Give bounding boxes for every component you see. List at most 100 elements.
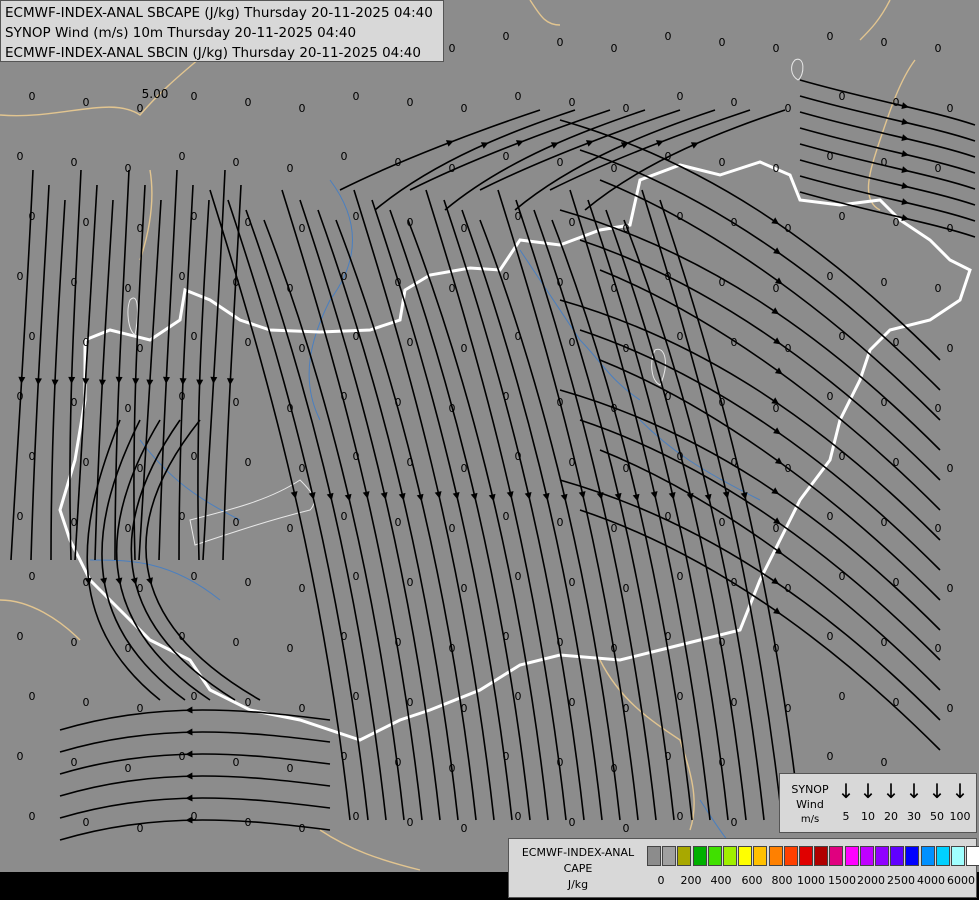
cin-value-label: 0: [677, 570, 684, 583]
cin-value-label: 0: [947, 102, 954, 115]
cin-value-label: 0: [17, 270, 24, 283]
cin-value-label: 0: [881, 636, 888, 649]
cin-value-label: 0: [407, 696, 414, 709]
cin-value-label: 0: [299, 582, 306, 595]
cin-value-label: 0: [287, 642, 294, 655]
cin-value-label: 0: [287, 762, 294, 775]
cin-value-label: 0: [665, 630, 672, 643]
cin-value-label: 0: [557, 396, 564, 409]
cin-value-label: 0: [461, 582, 468, 595]
cin-value-label: 0: [245, 96, 252, 109]
cin-value-label: 0: [719, 156, 726, 169]
cin-value-label: 0: [947, 462, 954, 475]
cin-value-label: 0: [353, 330, 360, 343]
cin-value-label: 0: [29, 450, 36, 463]
cin-value-label: 0: [947, 582, 954, 595]
cin-value-label: 0: [611, 42, 618, 55]
cin-value-label: 0: [881, 156, 888, 169]
cin-value-label: 0: [407, 576, 414, 589]
cin-value-label: 0: [137, 102, 144, 115]
cape-legend-swatch: [844, 846, 859, 866]
cape-legend-swatch: [647, 846, 661, 866]
cin-value-label: 0: [839, 690, 846, 703]
cape-legend-swatch: [723, 846, 737, 866]
cin-value-label: 0: [785, 222, 792, 235]
cin-value-label: 0: [137, 222, 144, 235]
cin-value-label: 0: [461, 462, 468, 475]
cin-value-label: 0: [233, 516, 240, 529]
cape-legend-swatch: [935, 846, 950, 866]
cin-value-label: 0: [881, 36, 888, 49]
cin-value-label: 0: [125, 402, 132, 415]
cin-value-label: 0: [665, 390, 672, 403]
cin-value-label: 0: [191, 210, 198, 223]
cin-value-label: 0: [785, 462, 792, 475]
cin-value-label: 0: [665, 150, 672, 163]
cin-value-label: 0: [299, 102, 306, 115]
cin-value-label: 0: [935, 642, 942, 655]
cape-legend-swatch: [662, 846, 677, 866]
cin-value-label: 0: [623, 822, 630, 835]
cin-value-label: 0: [191, 90, 198, 103]
cin-value-label: 0: [785, 582, 792, 595]
contour-label: 5.00: [142, 87, 169, 101]
cin-value-label: 0: [947, 222, 954, 235]
cin-value-label: 0: [731, 456, 738, 469]
cin-value-label: 0: [353, 450, 360, 463]
cape-legend-swatch: [920, 846, 935, 866]
cin-value-label: 0: [893, 96, 900, 109]
cape-legend-swatch: [799, 846, 813, 866]
cape-legend-swatch: [966, 846, 979, 866]
cin-value-label: 0: [29, 570, 36, 583]
cin-value-label: 0: [245, 576, 252, 589]
cape-legend-swatch: [905, 846, 920, 866]
cin-value-label: 0: [125, 642, 132, 655]
cin-value-label: 0: [125, 522, 132, 535]
cin-value-label: 0: [245, 696, 252, 709]
cin-value-label: 0: [611, 162, 618, 175]
cin-value-label: 0: [677, 210, 684, 223]
cin-value-label: 0: [515, 810, 522, 823]
title-line-cin: ECMWF-INDEX-ANAL SBCIN (J/kg) Thursday 2…: [5, 45, 421, 61]
cin-value-label: 0: [233, 276, 240, 289]
cin-value-label: 0: [503, 630, 510, 643]
cin-value-label: 0: [395, 276, 402, 289]
cin-value-label: 0: [83, 336, 90, 349]
cape-legend-swatch: [829, 846, 844, 866]
cin-value-label: 0: [29, 210, 36, 223]
cin-value-label: 0: [893, 696, 900, 709]
cin-value-label: 0: [503, 150, 510, 163]
cin-value-label: 0: [395, 756, 402, 769]
cin-value-label: 0: [353, 90, 360, 103]
cin-value-label: 0: [827, 150, 834, 163]
cin-value-label: 0: [719, 636, 726, 649]
cin-value-label: 0: [773, 42, 780, 55]
cape-legend-swatch: [814, 846, 829, 866]
cape-legend-value-label: 6000: [947, 874, 975, 887]
cin-value-label: 0: [461, 222, 468, 235]
cin-value-label: 0: [83, 816, 90, 829]
cin-value-label: 0: [287, 402, 294, 415]
cin-value-label: 0: [839, 90, 846, 103]
cape-legend: ECMWF-INDEX-ANAL CAPE J/kg 0 200 400 600 800…: [508, 838, 979, 898]
cin-value-label: 0: [665, 30, 672, 43]
cin-value-label: 0: [449, 522, 456, 535]
cin-value-label: 0: [287, 162, 294, 175]
cin-value-label: 0: [611, 402, 618, 415]
cin-value-label: 0: [515, 90, 522, 103]
cin-value-label: 0: [341, 270, 348, 283]
cin-value-label: 0: [677, 90, 684, 103]
cin-value-label: 0: [71, 396, 78, 409]
cin-value-label: 0: [83, 696, 90, 709]
cin-value-label: 0: [785, 342, 792, 355]
cape-legend-swatch: [692, 846, 707, 866]
cape-legend-swatch: [859, 846, 874, 866]
cin-value-label: 0: [179, 150, 186, 163]
cin-value-label: 0: [557, 276, 564, 289]
cin-value-label: 0: [935, 42, 942, 55]
cin-value-label: 0: [557, 36, 564, 49]
cin-value-label: 0: [827, 30, 834, 43]
cin-value-label: 0: [557, 636, 564, 649]
cin-value-label: 0: [125, 162, 132, 175]
cin-value-label: 0: [611, 642, 618, 655]
